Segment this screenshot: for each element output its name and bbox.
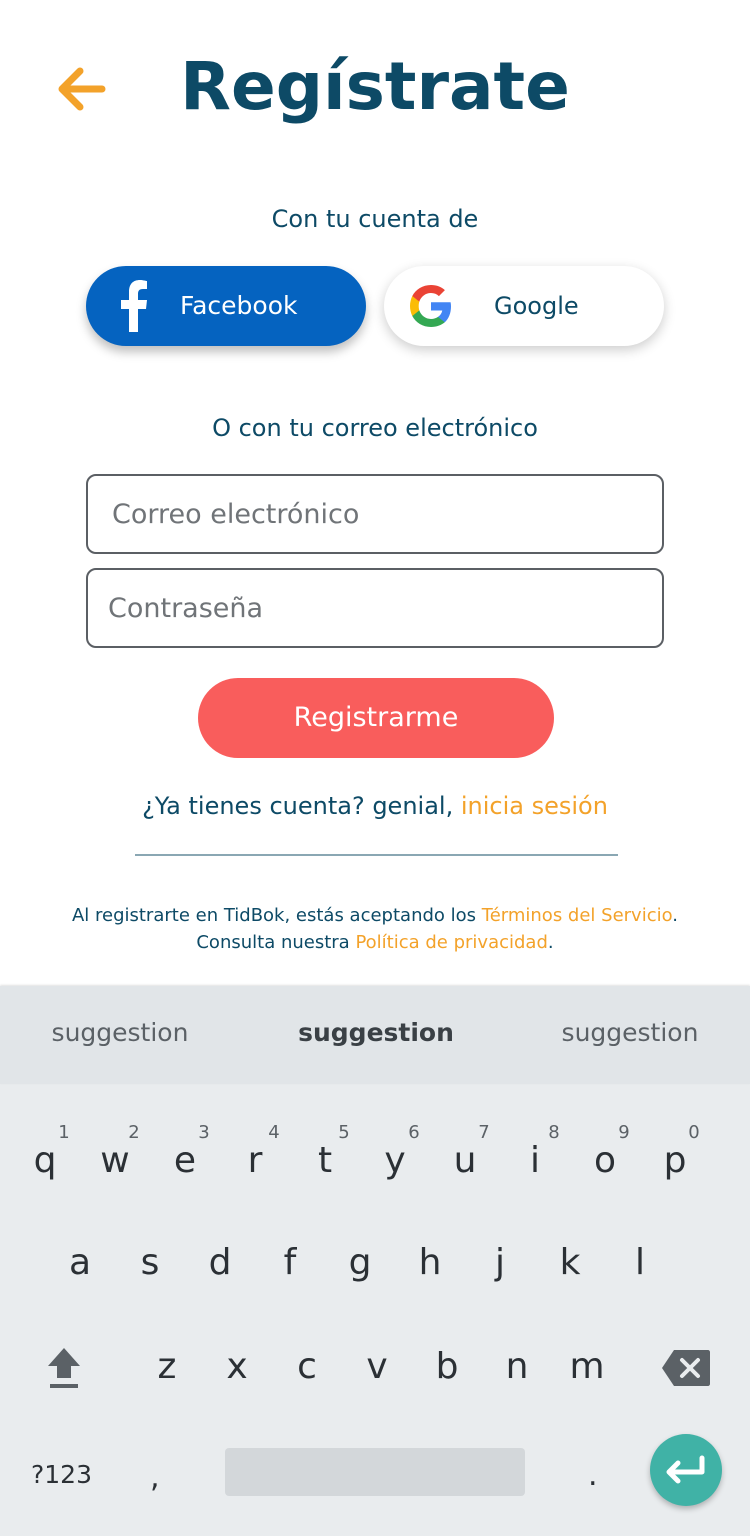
key-c[interactable]: c (272, 1346, 342, 1387)
comma-key[interactable]: , (150, 1460, 160, 1495)
key-m[interactable]: m (552, 1346, 622, 1387)
terms-of-service-link[interactable]: Términos del Servicio (482, 905, 673, 926)
key-e[interactable]: e (150, 1140, 220, 1181)
shift-key[interactable] (38, 1344, 90, 1392)
google-button[interactable]: Google (384, 266, 664, 346)
key-y[interactable]: y (360, 1140, 430, 1181)
key-l[interactable]: l (605, 1242, 675, 1283)
facebook-icon (121, 280, 147, 332)
key-u[interactable]: u (430, 1140, 500, 1181)
key-i[interactable]: i (500, 1140, 570, 1181)
backspace-key[interactable] (660, 1348, 712, 1388)
enter-icon (666, 1455, 705, 1484)
suggestion-right[interactable]: suggestion (505, 1018, 750, 1047)
key-a[interactable]: a (45, 1242, 115, 1283)
key-k[interactable]: k (535, 1242, 605, 1283)
key-q[interactable]: q (10, 1140, 80, 1181)
key-n[interactable]: n (482, 1346, 552, 1387)
facebook-label: Facebook (180, 291, 298, 320)
divider (135, 854, 618, 856)
key-w[interactable]: w (80, 1140, 150, 1181)
symbols-key[interactable]: ?123 (31, 1460, 92, 1489)
terms-line-1: Al registrarte en TidBok, estás aceptand… (0, 905, 750, 926)
privacy-period: . (547, 932, 554, 953)
privacy-text: Consulta nuestra (196, 932, 356, 953)
space-key[interactable] (225, 1448, 525, 1496)
backspace-icon (662, 1350, 710, 1386)
login-text: ¿Ya tienes cuenta? genial, (142, 792, 461, 820)
terms-text: Al registrarte en TidBok, estás aceptand… (71, 905, 482, 926)
password-input[interactable] (88, 570, 662, 646)
page-title: Regístrate (180, 48, 570, 125)
email-input[interactable] (88, 476, 662, 552)
period-key[interactable]: . (588, 1458, 598, 1493)
google-icon (410, 285, 451, 327)
key-p[interactable]: p (640, 1140, 710, 1181)
login-prompt: ¿Ya tienes cuenta? genial, inicia sesión (0, 792, 750, 820)
key-g[interactable]: g (325, 1242, 395, 1283)
terms-line-2: Consulta nuestra Política de privacidad. (0, 932, 750, 953)
email-prompt: O con tu correo electrónico (212, 414, 538, 442)
key-v[interactable]: v (342, 1346, 412, 1387)
password-field[interactable] (86, 568, 664, 648)
key-x[interactable]: x (202, 1346, 272, 1387)
suggestion-left[interactable]: suggestion (0, 1018, 245, 1047)
key-t[interactable]: t (290, 1140, 360, 1181)
login-link[interactable]: inicia sesión (461, 792, 608, 820)
register-button[interactable]: Registrarme (198, 678, 554, 758)
key-f[interactable]: f (255, 1242, 325, 1283)
key-s[interactable]: s (115, 1242, 185, 1283)
key-r[interactable]: r (220, 1140, 290, 1181)
key-b[interactable]: b (412, 1346, 482, 1387)
shift-icon (48, 1348, 80, 1388)
privacy-policy-link[interactable]: Política de privacidad (355, 932, 547, 953)
key-d[interactable]: d (185, 1242, 255, 1283)
suggestion-center[interactable]: suggestion (251, 1018, 501, 1047)
enter-key[interactable] (650, 1434, 722, 1506)
social-prompt: Con tu cuenta de (271, 205, 479, 233)
key-o[interactable]: o (570, 1140, 640, 1181)
google-label: Google (494, 292, 579, 320)
key-z[interactable]: z (132, 1346, 202, 1387)
key-j[interactable]: j (465, 1242, 535, 1283)
facebook-button[interactable]: Facebook (86, 266, 366, 346)
key-h[interactable]: h (395, 1242, 465, 1283)
terms-period: . (672, 905, 679, 926)
email-field[interactable] (86, 474, 664, 554)
